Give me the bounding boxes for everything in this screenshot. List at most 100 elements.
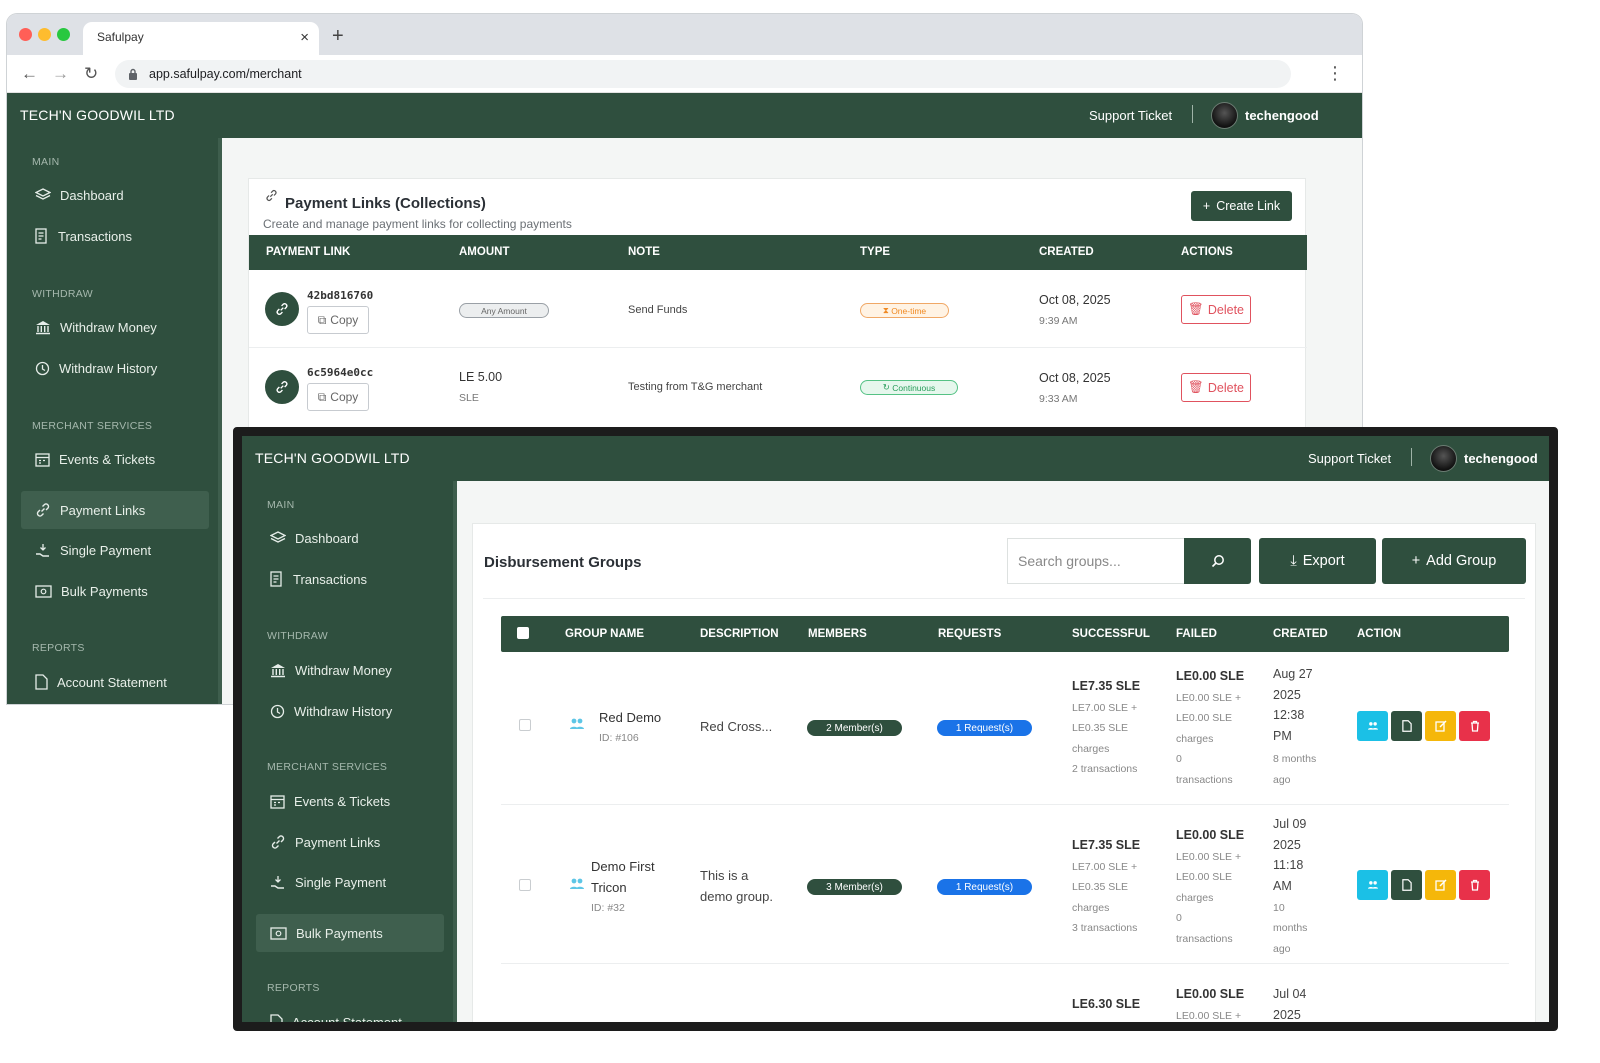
search-button[interactable] [1184, 538, 1251, 584]
created-detail: AM [1273, 879, 1292, 893]
sidebar-item-events-tickets[interactable]: Events & Tickets [256, 782, 444, 820]
created-detail: 12:38 [1273, 708, 1305, 722]
edit-button[interactable] [1425, 870, 1456, 900]
address-bar: ← → ↻ app.safulpay.com/merchant ⋮ [7, 55, 1362, 93]
sidebar-item-label: Bulk Payments [296, 925, 383, 941]
link-icon [36, 503, 50, 517]
top-navbar: TECH'N GOODWIL LTD Support Ticket techen… [7, 93, 1362, 138]
new-tab-icon[interactable]: + [332, 25, 344, 48]
sidebar-heading-merchant-services: MERCHANT SERVICES [32, 420, 153, 432]
sidebar-item-account-statement[interactable]: Account Statement [256, 1003, 444, 1030]
back-arrow-icon[interactable]: ← [21, 64, 38, 84]
front-app-window: TECH'N GOODWIL LTD Support Ticket techen… [233, 427, 1558, 1031]
sidebar-item-label: Withdraw History [59, 360, 158, 376]
main-content: Disbursement Groups Search groups... ⤓ E… [457, 481, 1549, 1022]
row-checkbox[interactable] [519, 879, 531, 891]
created-time: 9:39 AM [1039, 315, 1078, 327]
sidebar-item-single-payment[interactable]: Single Payment [256, 863, 444, 901]
delete-button[interactable] [1459, 870, 1490, 900]
users-icon [1367, 881, 1378, 889]
column-header: NOTE [628, 246, 660, 258]
copy-icon: ⧉ [317, 312, 327, 327]
trash-icon [1470, 879, 1479, 891]
group-id: ID: #32 [591, 902, 625, 914]
sidebar-item-dashboard[interactable]: Dashboard [21, 176, 209, 214]
link-hash: 42bd816760 [307, 289, 374, 302]
sidebar-item-account-statement[interactable]: Account Statement [21, 663, 209, 701]
created-detail: PM [1273, 729, 1292, 743]
successful-amount: LE7.35 SLE [1072, 679, 1141, 693]
sidebar-item-events-tickets[interactable]: Events & Tickets [21, 440, 209, 478]
view-members-button[interactable] [1357, 711, 1388, 741]
sidebar-item-label: Payment Links [60, 502, 146, 518]
users-icon [570, 878, 584, 889]
copy-button[interactable]: ⧉ Copy [307, 383, 369, 411]
sidebar-item-transactions[interactable]: Transactions [21, 217, 209, 255]
username[interactable]: techengood [1245, 108, 1319, 123]
sidebar-item-payment-links[interactable]: Payment Links [256, 823, 444, 861]
sidebar-item-withdraw-money[interactable]: Withdraw Money [256, 651, 444, 689]
sidebar-item-withdraw-history[interactable]: Withdraw History [21, 349, 209, 387]
copy-button[interactable]: ⧉ Copy [307, 306, 369, 334]
failed-detail: LE0.00 SLE [1176, 712, 1233, 724]
browser-menu-icon[interactable]: ⋮ [1326, 63, 1344, 84]
select-all-checkbox[interactable] [517, 627, 529, 639]
failed-detail: 0 [1176, 912, 1182, 924]
delete-button[interactable] [1459, 711, 1490, 741]
edit-button[interactable] [1425, 711, 1456, 741]
support-ticket-link[interactable]: Support Ticket [1308, 451, 1391, 466]
sidebar-item-withdraw-money[interactable]: Withdraw Money [21, 308, 209, 346]
sidebar-item-payment-links[interactable]: Payment Links [21, 491, 209, 529]
sidebar-heading-merchant-services: MERCHANT SERVICES [267, 761, 388, 773]
delete-button[interactable]: 🗑 Delete [1181, 373, 1251, 402]
copy-label: Copy [330, 313, 359, 327]
minimize-window-icon[interactable] [38, 28, 51, 41]
sidebar-item-bulk-payments[interactable]: Bulk Payments [21, 572, 209, 610]
username[interactable]: techengood [1464, 451, 1538, 466]
sidebar-item-withdraw-history[interactable]: Withdraw History [256, 692, 444, 730]
view-details-button[interactable] [1391, 711, 1422, 741]
sidebar-heading-withdraw: WITHDRAW [267, 630, 328, 642]
sidebar-item-label: Transactions [58, 228, 132, 244]
export-button[interactable]: ⤓ Export [1259, 538, 1376, 584]
successful-detail: LE0.35 SLE [1072, 881, 1129, 893]
forward-arrow-icon[interactable]: → [52, 64, 69, 84]
browser-tab[interactable]: Safulpay × [83, 22, 319, 55]
refresh-icon: ↻ [882, 382, 893, 392]
plus-icon: + [1411, 553, 1421, 569]
create-link-button[interactable]: + Create Link [1191, 191, 1292, 221]
column-header: CREATED [1039, 246, 1094, 258]
support-ticket-link[interactable]: Support Ticket [1089, 108, 1172, 123]
failed-amount: LE0.00 SLE [1176, 987, 1245, 1001]
maximize-window-icon[interactable] [57, 28, 70, 41]
document-icon [35, 674, 48, 690]
delete-label: Delete [1207, 302, 1244, 317]
users-icon [570, 718, 584, 729]
delete-button[interactable]: 🗑 Delete [1181, 295, 1251, 324]
url-field[interactable]: app.safulpay.com/merchant [115, 60, 1291, 88]
sidebar-item-label: Account Statement [292, 1014, 402, 1030]
reload-icon[interactable]: ↻ [84, 64, 98, 84]
sidebar-item-bulk-payments[interactable]: Bulk Payments [256, 914, 444, 952]
view-members-button[interactable] [1357, 870, 1388, 900]
row-checkbox[interactable] [519, 719, 531, 731]
successful-amount: LE6.30 SLE [1072, 997, 1141, 1011]
created-ago: 10 [1273, 902, 1285, 914]
close-window-icon[interactable] [19, 28, 32, 41]
search-input[interactable]: Search groups... [1007, 538, 1185, 584]
sidebar-item-single-payment[interactable]: Single Payment [21, 531, 209, 569]
url-text: app.safulpay.com/merchant [149, 67, 302, 81]
view-details-button[interactable] [1391, 870, 1422, 900]
group-name: Demo First [591, 859, 655, 874]
close-tab-icon[interactable]: × [300, 29, 309, 46]
avatar[interactable] [1211, 102, 1238, 129]
failed-detail: 0 [1176, 753, 1182, 765]
link-icon [266, 190, 277, 201]
cash-icon [270, 926, 287, 940]
add-group-button[interactable]: + Add Group [1382, 538, 1526, 584]
sidebar-item-dashboard[interactable]: Dashboard [256, 519, 444, 557]
avatar[interactable] [1430, 445, 1457, 472]
created-ago: ago [1273, 943, 1291, 955]
sidebar-item-transactions[interactable]: Transactions [256, 560, 444, 598]
groups-table-header: GROUP NAME DESCRIPTION MEMBERS REQUESTS … [501, 616, 1509, 652]
